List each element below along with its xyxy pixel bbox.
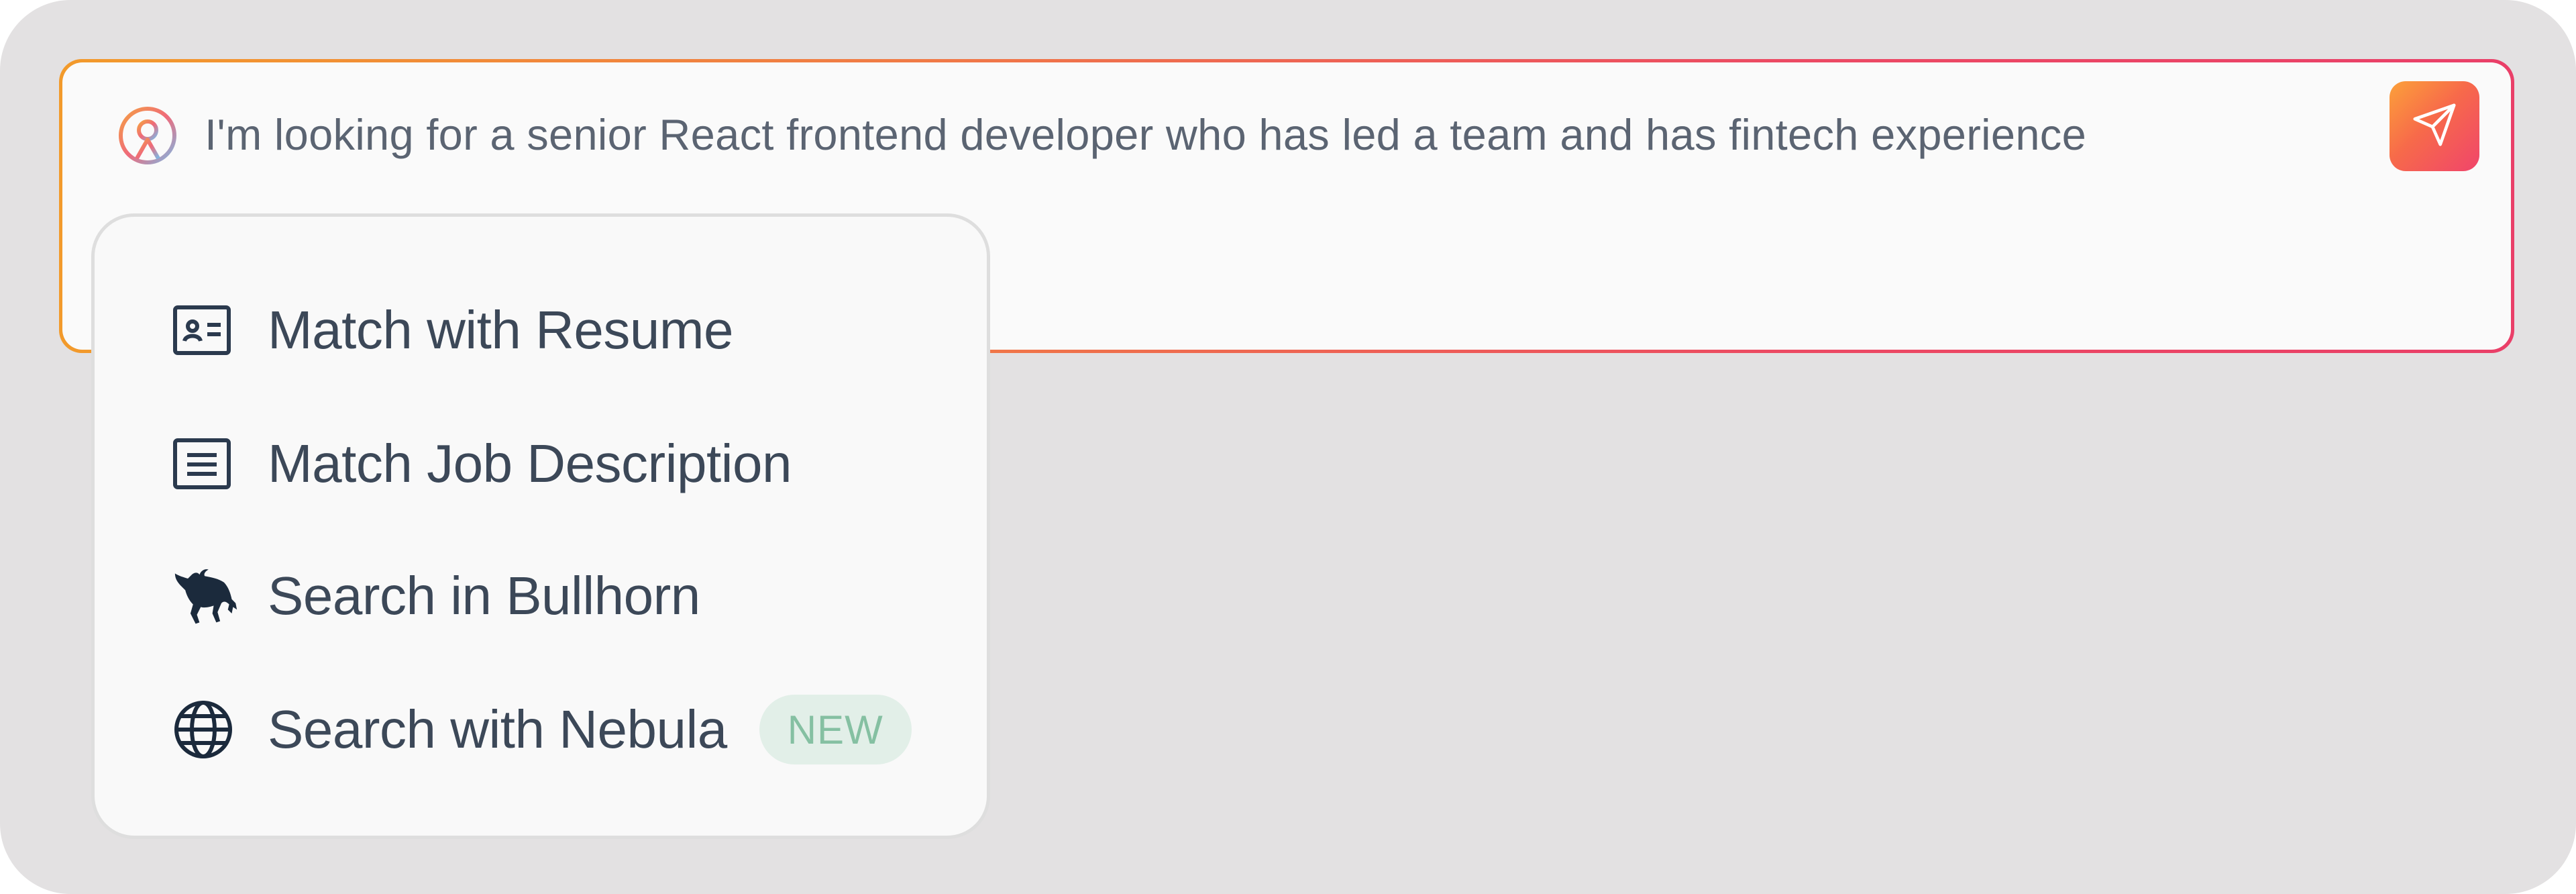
- person-pin-icon: [117, 105, 178, 166]
- search-mode-menu: Match with Resume Match Job Description …: [91, 213, 990, 839]
- menu-item-match-resume[interactable]: Match with Resume: [172, 290, 733, 370]
- menu-item-label: Match Job Description: [268, 434, 792, 493]
- menu-item-label: Search in Bullhorn: [268, 566, 700, 626]
- bull-icon: [172, 562, 239, 630]
- globe-icon: [172, 696, 239, 763]
- send-button[interactable]: [2390, 81, 2479, 171]
- menu-item-match-job-description[interactable]: Match Job Description: [172, 424, 792, 504]
- menu-item-label: Match with Resume: [268, 300, 733, 360]
- menu-item-search-bullhorn[interactable]: Search in Bullhorn: [172, 556, 700, 636]
- search-query-text[interactable]: I'm looking for a senior React frontend …: [205, 104, 2086, 166]
- menu-item-label: Search with Nebula: [268, 699, 727, 759]
- paper-plane-icon: [2411, 101, 2458, 152]
- new-badge: NEW: [759, 695, 912, 764]
- document-lines-icon: [172, 430, 239, 497]
- menu-item-search-nebula[interactable]: Search with Nebula NEW: [172, 689, 912, 770]
- app-frame: I'm looking for a senior React frontend …: [0, 0, 2576, 894]
- id-card-icon: [172, 297, 239, 364]
